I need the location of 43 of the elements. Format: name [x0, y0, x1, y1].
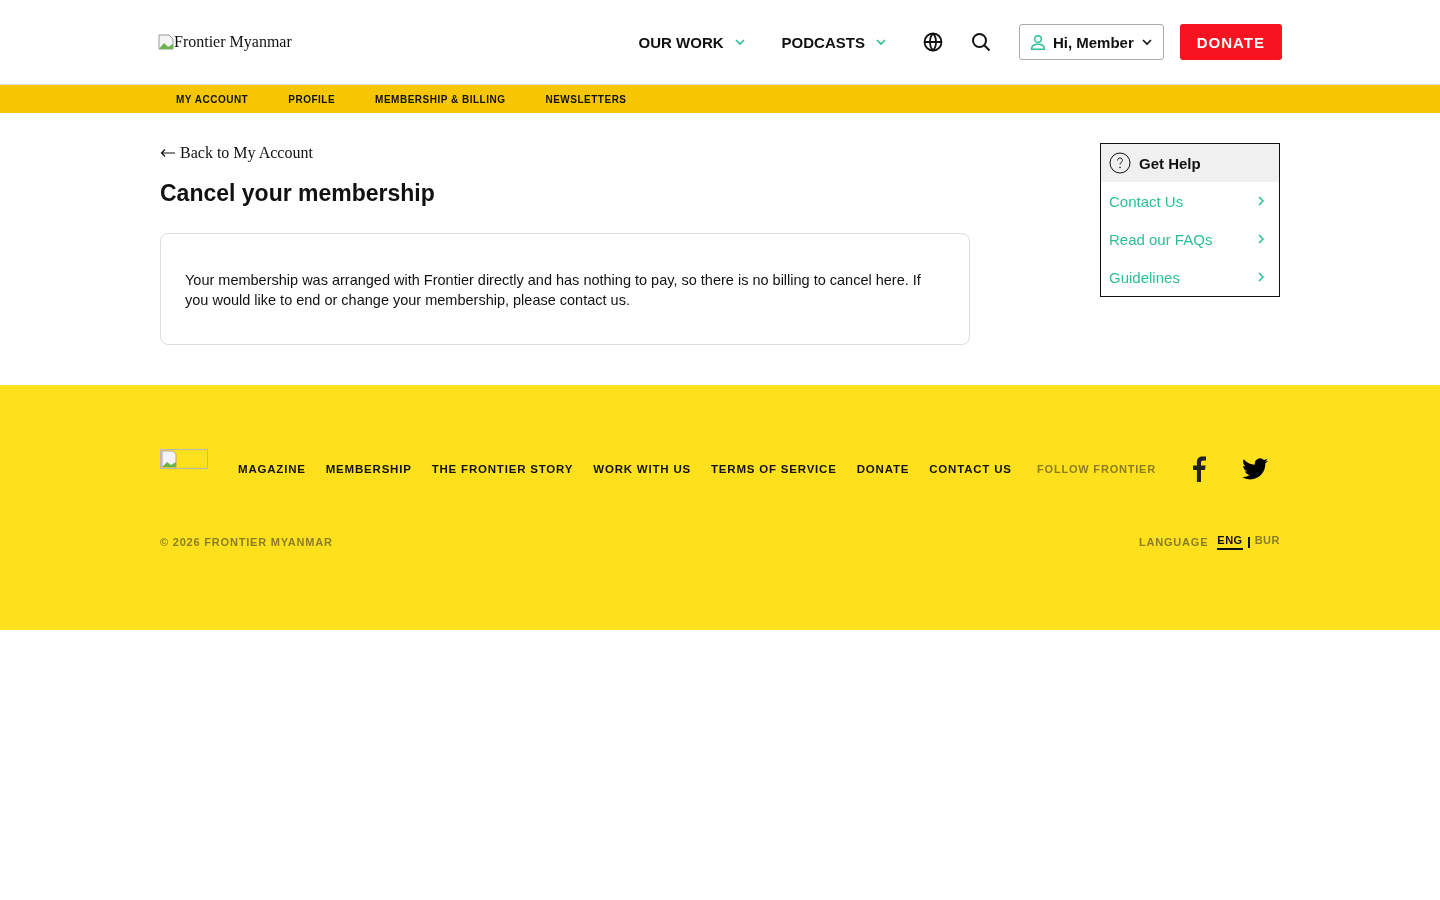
question-icon	[1109, 152, 1131, 174]
chevron-right-icon	[1257, 195, 1265, 207]
follow-label: FOLLOW FRONTIER	[1037, 463, 1156, 475]
arrow-left-icon	[160, 148, 176, 158]
chevron-down-icon	[733, 36, 746, 48]
copyright-text: © 2026 FRONTIER MYANMAR	[160, 536, 333, 548]
message-text: Your membership was arranged with Frontier directly and has nothing to pay, so there is no billing to cancel here. If you would like to end or change your membership, please contact us.	[185, 271, 922, 310]
language-label: LANGUAGE	[1138, 536, 1209, 548]
nav-menu[interactable]: OUR WORK	[638, 33, 746, 51]
subnav-link[interactable]: NEWSLETTERS	[545, 93, 627, 105]
bird-icon	[1242, 458, 1268, 480]
nav-menu[interactable]: PODCASTS	[781, 33, 887, 51]
help-title: Get Help	[1139, 154, 1201, 172]
search-icon	[970, 32, 991, 52]
footer-link[interactable]: MAGAZINE	[238, 463, 306, 475]
footer-link[interactable]: THE FRONTIER STORY	[431, 463, 574, 475]
facebook-icon	[1192, 456, 1206, 482]
donate-button[interactable]: DONATE	[1179, 24, 1282, 60]
footer-link[interactable]: TERMS OF SERVICE	[711, 463, 837, 475]
subnav-link[interactable]: MEMBERSHIP & BILLING	[375, 93, 506, 105]
facebook-link[interactable]	[1192, 456, 1206, 482]
twitter-link[interactable]	[1242, 458, 1268, 480]
logo-link[interactable]: Frontier Myanmar	[158, 33, 292, 51]
footer-link[interactable]: DONATE	[856, 463, 910, 475]
subnav-link[interactable]: PROFILE	[288, 93, 336, 105]
language-option[interactable]: ENG	[1217, 534, 1243, 550]
chevron-right-icon	[1257, 233, 1265, 245]
user-icon	[1029, 34, 1046, 50]
account-menu-button[interactable]: Hi, Member	[1018, 24, 1164, 60]
language-button[interactable]	[922, 32, 943, 52]
search-button[interactable]	[970, 32, 991, 52]
broken-image-icon	[160, 449, 208, 469]
globe-icon	[922, 32, 943, 52]
footer-link[interactable]: MEMBERSHIP	[325, 463, 412, 475]
chevron-right-icon	[1257, 271, 1265, 283]
page-title: Cancel your membership	[160, 180, 436, 207]
chevron-down-icon	[1140, 36, 1153, 48]
broken-image-icon	[158, 34, 174, 50]
footer-link[interactable]: WORK WITH US	[593, 463, 691, 475]
back-link[interactable]: Back to My Account	[160, 144, 313, 162]
subnav-link[interactable]: MY ACCOUNT	[176, 93, 249, 105]
footer-link[interactable]: CONTACT US	[929, 463, 1012, 475]
chevron-down-icon	[874, 36, 887, 48]
